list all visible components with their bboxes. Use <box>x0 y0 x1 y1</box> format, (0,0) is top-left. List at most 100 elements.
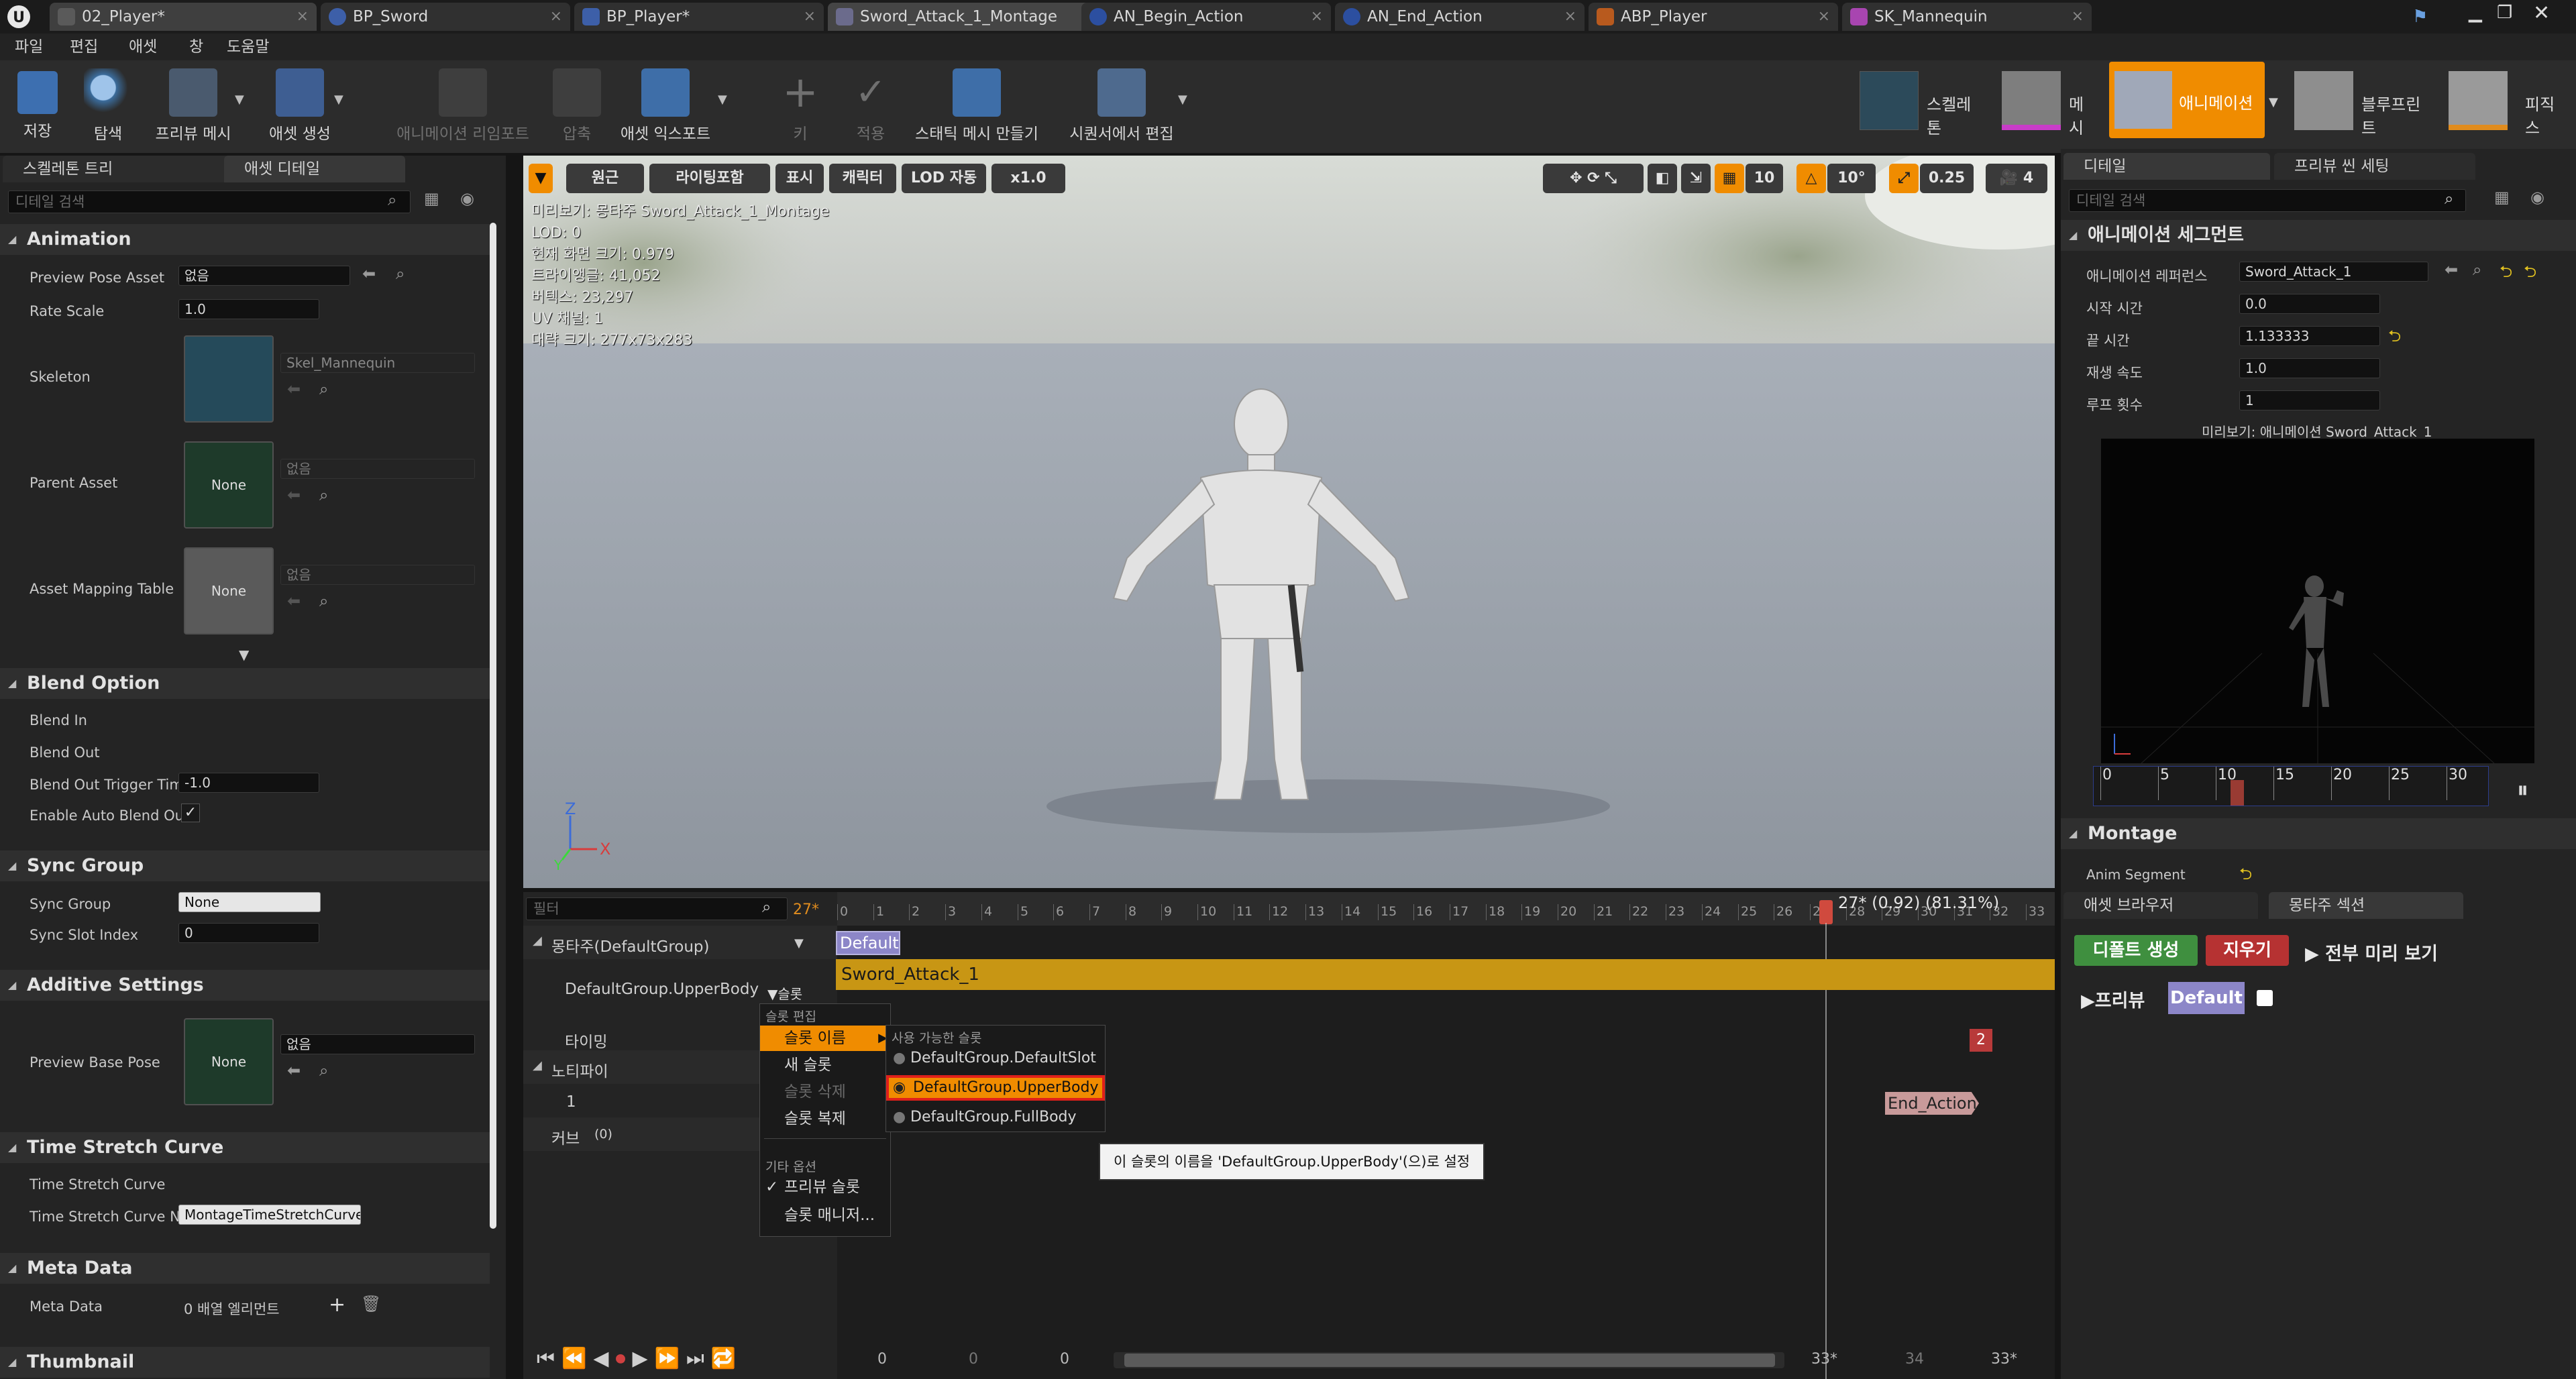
category-animation-segment[interactable]: 애니메이션 세그먼트 <box>2061 220 2576 251</box>
notify-end-action[interactable]: End_Action <box>1885 1092 1979 1115</box>
chevron-down-icon[interactable]: ▼ <box>718 93 727 107</box>
tab-sword-attack-montage[interactable]: Sword_Attack_1_Montage <box>828 3 1091 31</box>
search-icon[interactable]: ⌕ <box>319 380 328 398</box>
search-icon[interactable]: ⌕ <box>2473 260 2481 279</box>
blend-out-trigger-time-input[interactable]: -1.0 <box>178 773 319 793</box>
world-local-toggle[interactable]: ◧ <box>1648 164 1677 193</box>
menu-item-preview-slot[interactable]: ✓ 프리뷰 슬롯 <box>760 1174 890 1200</box>
grid-snap-value[interactable]: 10 <box>1746 164 1783 193</box>
record-icon[interactable]: ⏺ <box>615 1347 632 1370</box>
key-button[interactable]: + 키 <box>770 68 830 149</box>
save-button[interactable]: 저장 <box>9 68 66 149</box>
close-window-icon[interactable]: ✕ <box>2533 1 2550 25</box>
preview-all-button[interactable]: ▶ 전부 미리 보기 <box>2305 939 2438 965</box>
tab-bp-sword[interactable]: BP_Sword × <box>321 3 570 31</box>
jump-to-start-icon[interactable]: ⏮ <box>537 1347 561 1370</box>
search-icon[interactable]: ⌕ <box>319 486 328 504</box>
step-back-icon[interactable]: ⏪ <box>561 1347 593 1370</box>
section-marker-default[interactable]: Default <box>836 931 900 955</box>
loop-count-input[interactable]: 1 <box>2239 390 2380 410</box>
slot-dropdown[interactable]: ▼슬롯 <box>767 983 802 1003</box>
eye-icon[interactable]: ◉ <box>2530 188 2544 207</box>
collapse-icon[interactable]: ◢ <box>533 934 542 948</box>
tab-level-02-player[interactable]: 02_Player* × <box>50 3 317 31</box>
submenu-item-upper-body[interactable]: ◉ DefaultGroup.UpperBody <box>886 1075 1105 1101</box>
scale-snap-value[interactable]: 0.25 <box>1920 164 1974 193</box>
timing-marker[interactable]: 2 <box>1970 1029 1992 1052</box>
grid-snap-toggle[interactable]: ▦ <box>1715 164 1744 193</box>
category-thumbnail[interactable]: Thumbnail <box>0 1347 490 1378</box>
reset-icon[interactable]: ⮌ <box>2239 863 2252 890</box>
browse-button[interactable]: 탐색 <box>78 68 138 149</box>
timeline-filter-input[interactable]: 필터 <box>526 897 788 920</box>
details-scrollbar[interactable] <box>490 223 496 1229</box>
transform-tools[interactable]: ✥ ⟳ ⤡ <box>1543 164 1644 193</box>
mode-physics-button[interactable]: 피직스 <box>2449 67 2569 137</box>
details-search-input[interactable]: 디테일 검색 <box>2069 189 2466 212</box>
rotation-snap-value[interactable]: 10° <box>1827 164 1876 193</box>
menu-window[interactable]: 창 <box>189 34 203 60</box>
section-chip-default[interactable]: Default <box>2168 982 2245 1014</box>
mode-mesh-button[interactable]: 메시 <box>2002 67 2089 137</box>
time-stretch-curve-label[interactable]: Time Stretch Curve <box>30 1176 165 1193</box>
maximize-icon[interactable]: ❐ <box>2497 3 2512 23</box>
close-icon[interactable]: × <box>1311 3 1323 31</box>
jump-to-end-icon[interactable]: ⏭ <box>686 1347 711 1370</box>
menu-item-delete-slot[interactable]: 슬롯 삭제 <box>760 1079 890 1105</box>
tab-sk-mannequin[interactable]: SK_Mannequin × <box>1842 3 2092 31</box>
camera-speed-button[interactable]: 🎥 4 <box>1986 164 2047 193</box>
mode-animation-button[interactable]: 애니메이션 <box>2109 62 2265 138</box>
compress-button[interactable]: 압축 <box>550 68 604 149</box>
tab-an-begin-action[interactable]: AN_Begin_Action × <box>1081 3 1331 31</box>
menu-item-new-slot[interactable]: 새 슬롯 <box>760 1052 890 1078</box>
tab-details[interactable]: 디테일 <box>2063 153 2270 180</box>
rotation-snap-toggle[interactable]: △ <box>1796 164 1826 193</box>
preview-base-pose-thumbnail[interactable]: None <box>184 1018 274 1105</box>
preview-section-button[interactable]: ▶프리뷰 <box>2081 986 2145 1012</box>
submenu-item-default-slot[interactable]: ● DefaultGroup.DefaultSlot <box>886 1046 1105 1071</box>
tab-an-end-action[interactable]: AN_End_Action × <box>1335 3 1585 31</box>
menu-edit[interactable]: 편집 <box>70 34 98 60</box>
reset-icon[interactable]: ⮌ <box>2388 325 2401 352</box>
parent-asset-combo[interactable]: 없음 <box>280 459 475 479</box>
close-icon[interactable]: × <box>2072 3 2084 31</box>
segment-pause-button[interactable]: ⏸ <box>2517 777 2528 804</box>
eye-icon[interactable]: ◉ <box>460 189 474 208</box>
clear-button[interactable]: 지우기 <box>2206 935 2289 966</box>
playback-speed-button[interactable]: x1.0 <box>991 164 1065 193</box>
sync-group-input[interactable]: None <box>178 892 321 912</box>
asset-mapping-thumbnail[interactable]: None <box>184 547 274 635</box>
segment-preview-window[interactable] <box>2101 439 2534 763</box>
arrow-left-icon[interactable]: ⬅ <box>287 1061 301 1080</box>
lit-button[interactable]: 라이팅포함 <box>649 164 770 193</box>
skeleton-thumbnail[interactable] <box>184 335 274 423</box>
expand-advanced-icon[interactable]: ▼ <box>239 647 249 663</box>
category-time-stretch-curve[interactable]: Time Stretch Curve <box>0 1132 490 1163</box>
start-time-input[interactable]: 0.0 <box>2239 294 2380 314</box>
menu-asset[interactable]: 애셋 <box>129 34 157 60</box>
menu-item-duplicate-slot[interactable]: 슬롯 복제 <box>760 1106 890 1132</box>
sync-slot-index-input[interactable]: 0 <box>178 923 319 943</box>
create-asset-button[interactable]: 애셋 생성 <box>260 68 339 149</box>
submenu-item-full-body[interactable]: ● DefaultGroup.FullBody <box>886 1105 1105 1130</box>
tab-abp-player[interactable]: ABP_Player × <box>1589 3 1838 31</box>
details-search-input[interactable]: 디테일 검색 <box>8 190 411 213</box>
reset-icon[interactable]: ⮌ <box>2524 260 2536 288</box>
add-icon[interactable]: + <box>329 1293 345 1317</box>
unreal-logo-icon[interactable]: U <box>5 4 32 30</box>
menu-file[interactable]: 파일 <box>15 34 43 60</box>
parent-asset-thumbnail[interactable]: None <box>184 441 274 529</box>
mode-skeleton-button[interactable]: 스켈레톤 <box>1860 67 1982 137</box>
make-static-mesh-button[interactable]: 스태틱 메시 만들기 <box>910 68 1044 149</box>
time-stretch-curve-name-input[interactable]: MontageTimeStretchCurve <box>178 1205 361 1225</box>
menu-help[interactable]: 도움말 <box>227 34 269 60</box>
close-icon[interactable]: × <box>297 3 309 31</box>
menu-item-slot-name[interactable]: 슬롯 이름 ▶ <box>760 1026 890 1051</box>
play-rate-input[interactable]: 1.0 <box>2239 358 2380 378</box>
apply-button[interactable]: ✓ 적용 <box>839 68 903 149</box>
category-sync-group[interactable]: Sync Group <box>0 850 490 881</box>
preview-base-pose-combo[interactable]: 없음 <box>280 1034 475 1054</box>
chevron-down-icon[interactable]: ▼ <box>2269 95 2278 109</box>
perspective-button[interactable]: 원근 <box>566 164 644 193</box>
category-montage[interactable]: Montage <box>2061 818 2576 849</box>
